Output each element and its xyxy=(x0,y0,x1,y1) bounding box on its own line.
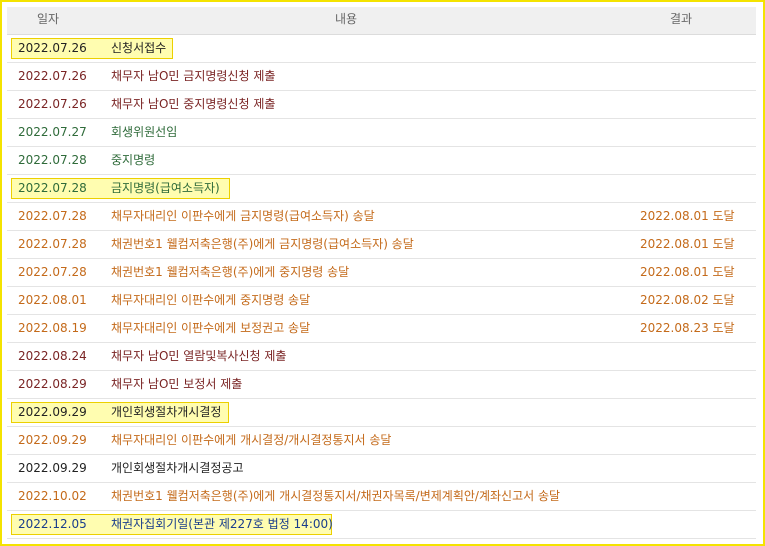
table-row: 2022.07.28 채무자대리인 이판수에게 금지명령(급여소득자) 송달 202… xyxy=(7,203,756,231)
row-content: 회생위원선임 xyxy=(111,125,178,139)
row-content: 채무자대리인 이판수에게 금지명령(급여소득자) 송달 xyxy=(111,209,375,223)
table-row: 2022.08.19 채무자대리인 이판수에게 보정권고 송달 2022.08.23… xyxy=(7,315,756,343)
table-row: 2022.07.27 회생위원선임 xyxy=(7,119,756,147)
header-result: 결과 xyxy=(670,12,693,26)
table-row: 2022.09.29 채무자대리인 이판수에게 개시결정/개시결정통지서 송달 xyxy=(7,427,756,455)
row-date: 2022.07.26 xyxy=(18,97,87,111)
row-content: 채무자대리인 이판수에게 보정권고 송달 xyxy=(111,321,311,335)
table-row: 2022.08.29 채무자 남O민 보정서 제출 xyxy=(7,371,756,399)
table-row: 2022.10.02 채권번호1 웰컴저축은행(주)에게 개시결정통지서/채권자목… xyxy=(7,483,756,511)
row-date: 2022.09.29 xyxy=(18,405,87,419)
row-date: 2022.07.28 xyxy=(18,153,87,167)
row-date: 2022.10.02 xyxy=(18,489,87,503)
row-date: 2022.07.28 xyxy=(18,237,87,251)
row-result: 2022.08.01 도달 xyxy=(640,237,735,251)
row-result: 2022.08.02 도달 xyxy=(640,293,735,307)
table-row: 2022.07.28 중지명령 xyxy=(7,147,756,175)
row-content: 채무자 남O민 열람및복사신청 제출 xyxy=(111,349,287,363)
table-row: 2022.07.28 채권번호1 웰컴저축은행(주)에게 중지명령 송달 2022.… xyxy=(7,259,756,287)
row-content: 채무자대리인 이판수에게 개시결정/개시결정통지서 송달 xyxy=(111,433,392,447)
table-row: 2022.09.29 개인회생절차개시결정 xyxy=(7,399,756,427)
row-result: 2022.08.01 도달 xyxy=(640,209,735,223)
row-result: 2022.08.23 도달 xyxy=(640,321,735,335)
table-row: 2022.08.01 채무자대리인 이판수에게 중지명령 송달 2022.08.02… xyxy=(7,287,756,315)
row-date: 2022.09.29 xyxy=(18,461,87,475)
row-date: 2022.08.24 xyxy=(18,349,87,363)
header-content: 내용 xyxy=(335,12,358,26)
row-date: 2022.07.28 xyxy=(18,181,87,195)
row-content: 중지명령 xyxy=(111,153,156,167)
row-date: 2022.07.28 xyxy=(18,209,87,223)
row-date: 2022.08.01 xyxy=(18,293,87,307)
table-row: 2022.07.28 채권번호1 웰컴저축은행(주)에게 금지명령(급여소득자) … xyxy=(7,231,756,259)
row-content: 개인회생절차개시결정 xyxy=(111,405,222,419)
table-row: 2022.12.05 채권자집회기일(본관 제227호 법정 14:00) xyxy=(7,511,756,539)
row-content: 채무자 남O민 보정서 제출 xyxy=(111,377,243,391)
row-date: 2022.08.29 xyxy=(18,377,87,391)
row-content: 채무자 남O민 중지명령신청 제출 xyxy=(111,97,276,111)
row-date: 2022.07.26 xyxy=(18,41,87,55)
table-row: 2022.07.26 채무자 남O민 중지명령신청 제출 xyxy=(7,91,756,119)
table-row: 2022.08.24 채무자 남O민 열람및복사신청 제출 xyxy=(7,343,756,371)
row-content: 개인회생절차개시결정공고 xyxy=(111,461,244,475)
row-content: 채무자대리인 이판수에게 중지명령 송달 xyxy=(111,293,311,307)
table-row: 2022.09.29 개인회생절차개시결정공고 xyxy=(7,455,756,483)
table-row: 2022.07.28 금지명령(급여소득자) xyxy=(7,175,756,203)
row-content: 채무자 남O민 금지명령신청 제출 xyxy=(111,69,276,83)
table-row: 2022.07.26 채무자 남O민 금지명령신청 제출 xyxy=(7,63,756,91)
row-date: 2022.07.26 xyxy=(18,69,87,83)
row-content: 채권번호1 웰컴저축은행(주)에게 중지명령 송달 xyxy=(111,265,350,279)
row-date: 2022.07.27 xyxy=(18,125,87,139)
table-body: 2022.07.26 신청서접수 2022.07.26 채무자 남O민 금지명령신청 … xyxy=(7,35,756,539)
table-header: 일자 내용 결과 xyxy=(7,7,756,35)
row-content: 채권번호1 웰컴저축은행(주)에게 금지명령(급여소득자) 송달 xyxy=(111,237,414,251)
row-date: 2022.07.28 xyxy=(18,265,87,279)
row-result: 2022.08.01 도달 xyxy=(640,265,735,279)
row-content: 채권번호1 웰컴저축은행(주)에게 개시결정통지서/채권자목록/변제계획안/계좌… xyxy=(111,489,561,503)
case-history-table: 일자 내용 결과 2022.07.26 신청서접수 2022.07.26 채무자 남O… xyxy=(0,0,765,546)
table-row: 2022.07.26 신청서접수 xyxy=(7,35,756,63)
row-content: 채권자집회기일(본관 제227호 법정 14:00) xyxy=(111,517,333,531)
row-content: 금지명령(급여소득자) xyxy=(111,181,220,195)
row-date: 2022.12.05 xyxy=(18,517,87,531)
row-date: 2022.08.19 xyxy=(18,321,87,335)
row-content: 신청서접수 xyxy=(111,41,167,55)
header-date: 일자 xyxy=(37,12,60,26)
row-date: 2022.09.29 xyxy=(18,433,87,447)
